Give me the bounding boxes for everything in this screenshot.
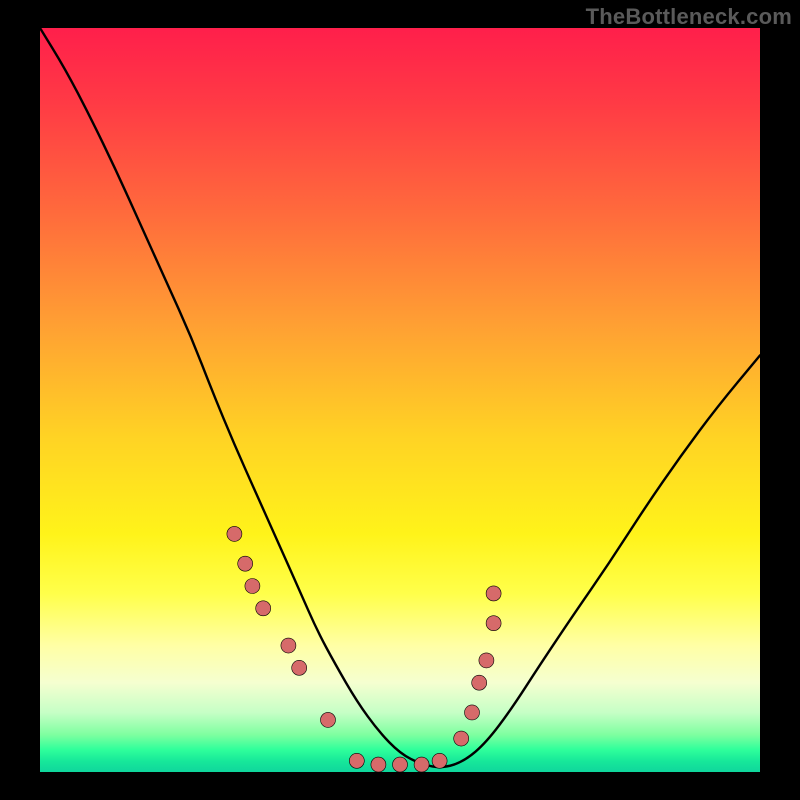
- marker-dot: [486, 616, 501, 631]
- marker-dot: [479, 653, 494, 668]
- watermark-text: TheBottleneck.com: [586, 4, 792, 30]
- marker-dot: [227, 526, 242, 541]
- chart-frame: TheBottleneck.com: [0, 0, 800, 800]
- marker-dot: [281, 638, 296, 653]
- marker-dot: [454, 731, 469, 746]
- marker-dot: [238, 556, 253, 571]
- marker-dot: [371, 757, 386, 772]
- marker-dot: [393, 757, 408, 772]
- marker-dot: [256, 601, 271, 616]
- marker-dot: [414, 757, 429, 772]
- marker-dot: [465, 705, 480, 720]
- bottleneck-curve: [40, 28, 760, 767]
- plot-area: [40, 28, 760, 772]
- chart-svg: [40, 28, 760, 772]
- marker-dot: [245, 579, 260, 594]
- marker-dot: [349, 753, 364, 768]
- marker-dot: [321, 712, 336, 727]
- marker-group: [227, 526, 501, 772]
- marker-dot: [432, 753, 447, 768]
- marker-dot: [472, 675, 487, 690]
- marker-dot: [292, 660, 307, 675]
- marker-dot: [486, 586, 501, 601]
